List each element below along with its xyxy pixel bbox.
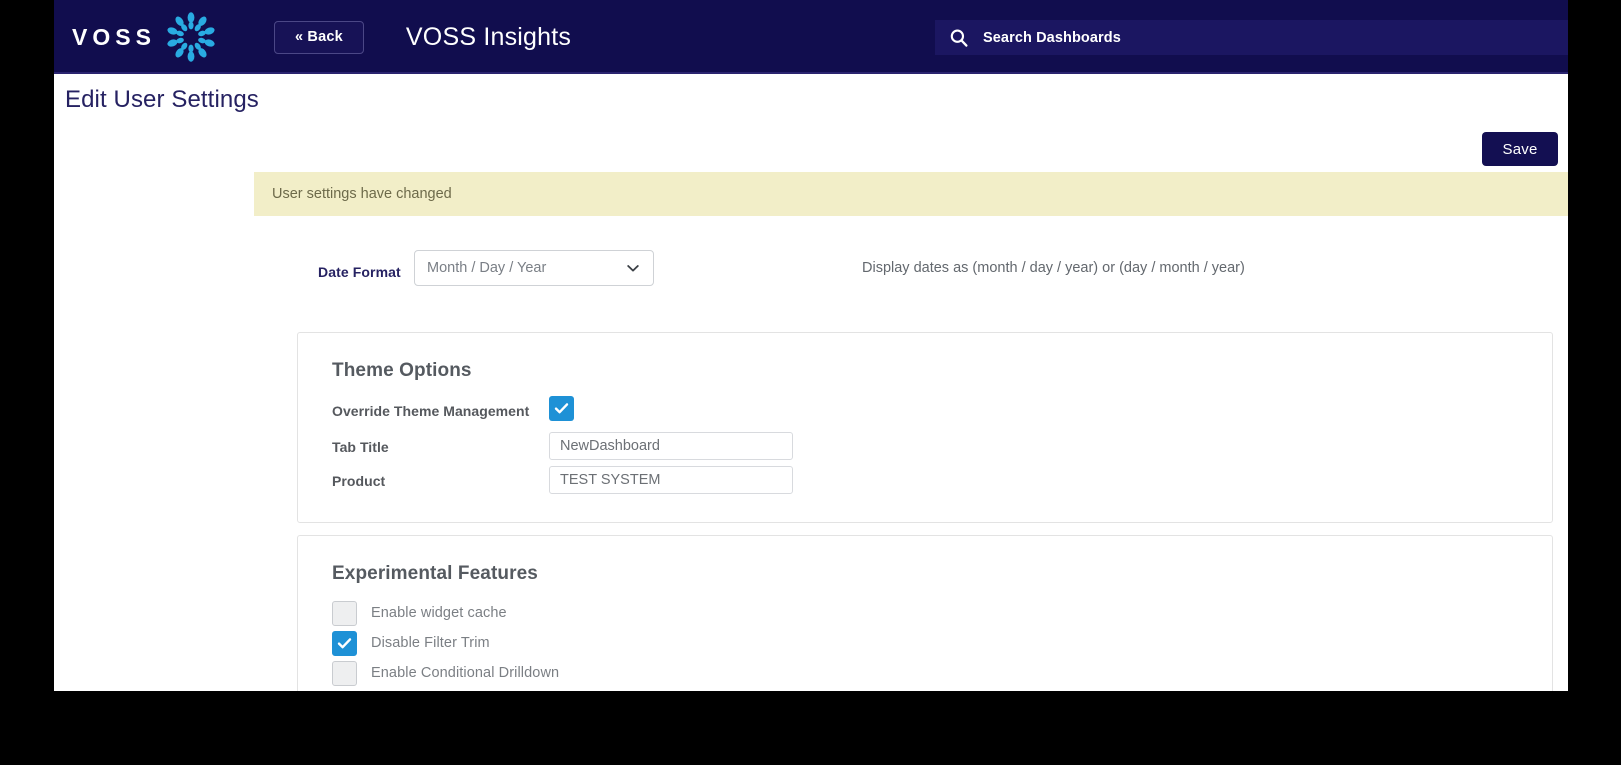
experimental-features-list: Enable widget cache Disable Filter Trim … [298,585,1552,691]
tab-title-input[interactable] [549,432,793,460]
app-window: VOSS [54,0,1568,691]
search-icon[interactable] [935,28,983,48]
voss-petal-circle-logo [165,11,217,63]
theme-options-fields: Override Theme Management Tab Title Prod… [298,382,1552,522]
brand-wordmark: VOSS [72,26,156,49]
product-row: Product [298,466,1552,496]
status-banner: User settings have changed [254,172,1568,216]
check-icon [336,635,353,652]
date-format-selected-value: Month / Day / Year [427,260,625,276]
product-label: Product [332,473,385,489]
date-format-row: Date Format Month / Day / Year Display d… [54,248,1568,332]
date-format-label: Date Format [318,264,401,280]
top-header-bar: VOSS [54,0,1568,74]
tab-title-label: Tab Title [332,439,389,455]
app-title: VOSS Insights [406,23,571,52]
override-theme-management-checkbox[interactable] [549,396,574,421]
brand-logo[interactable]: VOSS [72,0,217,74]
enable-conditional-drilldown-checkbox[interactable] [332,661,357,686]
date-format-select[interactable]: Month / Day / Year [414,250,654,286]
list-item: Enable widget cache [298,598,1552,628]
search-input[interactable] [983,20,1568,55]
date-format-help-text: Display dates as (month / day / year) or… [862,260,1245,276]
override-theme-management-label: Override Theme Management [332,403,529,419]
enable-widget-cache-label: Enable widget cache [371,605,507,621]
list-item: Disable Filter Trim [298,628,1552,658]
product-input[interactable] [549,466,793,494]
chevron-down-icon [625,260,641,276]
page-actions-bar: Save [54,114,1568,172]
search-bar[interactable] [935,20,1568,55]
theme-options-title: Theme Options [298,333,1552,382]
tab-title-row: Tab Title [298,432,1552,466]
experimental-features-panel: Experimental Features Enable widget cach… [297,535,1553,691]
override-theme-management-row: Override Theme Management [298,396,1552,432]
status-banner-message: User settings have changed [272,186,452,202]
experimental-features-title: Experimental Features [298,536,1552,585]
list-item: Enable Conditional Drilldown [298,658,1552,688]
theme-options-panel: Theme Options Override Theme Management … [297,332,1553,523]
check-icon [553,400,570,417]
enable-widget-cache-checkbox[interactable] [332,601,357,626]
disable-filter-trim-label: Disable Filter Trim [371,635,490,651]
disable-filter-trim-checkbox[interactable] [332,631,357,656]
back-button[interactable]: « Back [274,21,364,54]
page-title: Edit User Settings [65,86,1568,114]
enable-conditional-drilldown-label: Enable Conditional Drilldown [371,665,559,681]
save-button[interactable]: Save [1482,132,1558,166]
